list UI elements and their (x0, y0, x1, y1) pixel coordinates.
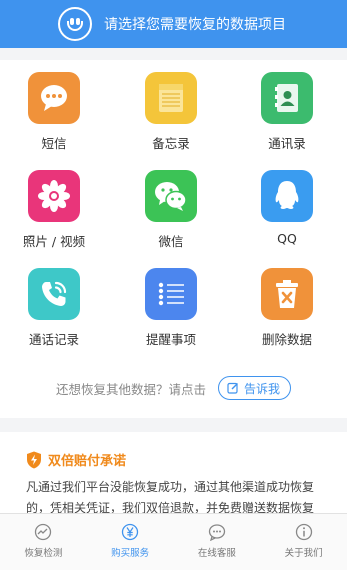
tell-me-button[interactable]: 告诉我 (218, 376, 292, 400)
chat-icon (208, 524, 226, 541)
promise-title: 双倍赔付承诺 (48, 454, 127, 469)
notes-icon (145, 72, 197, 124)
item-notes[interactable]: 备忘录 (116, 72, 226, 152)
item-label: 照片 / 视频 (22, 234, 86, 249)
tab-about-us[interactable]: 关于我们 (260, 514, 347, 570)
yen-icon (121, 523, 139, 541)
item-wechat[interactable]: 微信 (116, 170, 226, 250)
bottom-tab-bar: 恢复检测 购买服务 在线客服 关于我们 (0, 513, 347, 570)
item-label: 删除数据 (261, 332, 312, 347)
item-reminders[interactable]: 提醒事项 (116, 268, 226, 348)
tab-label: 关于我们 (284, 548, 323, 559)
qq-icon (261, 170, 313, 222)
edit-icon (227, 382, 238, 394)
item-label: 备忘录 (152, 136, 190, 151)
sms-icon (28, 72, 80, 124)
info-icon (295, 523, 312, 541)
item-label: 通讯录 (268, 136, 306, 151)
wechat-icon (145, 170, 197, 222)
tab-label: 在线客服 (197, 548, 236, 559)
recovery-grid: 短信 备忘录 通讯录 照片 / 视频 微信 QQ 通话记录 提醒事项 删除数据 … (0, 60, 347, 418)
tab-recovery-detect[interactable]: 恢复检测 (0, 514, 87, 570)
tab-online-service[interactable]: 在线客服 (174, 514, 261, 570)
item-label: 短信 (41, 136, 67, 151)
trash-icon (261, 268, 313, 320)
tell-me-label: 告诉我 (244, 381, 281, 396)
header-bar: 请选择您需要恢复的数据项目 (0, 0, 347, 48)
item-contacts[interactable]: 通讯录 (232, 72, 342, 152)
photos-icon (28, 170, 80, 222)
item-label: 提醒事项 (145, 332, 196, 347)
tab-buy-service[interactable]: 购买服务 (87, 514, 174, 570)
feedback-row: 还想恢复其他数据？请点击 告诉我 (0, 376, 347, 400)
double-refund-card: 双倍赔付承诺 凡通过我们平台没能恢复成功，通过其他渠道成功恢复的，凭相关凭证，我… (0, 432, 347, 520)
contacts-icon (261, 72, 313, 124)
item-sms[interactable]: 短信 (0, 72, 109, 152)
detect-icon (35, 523, 52, 541)
item-label: QQ (277, 231, 297, 246)
smiley-icon (58, 7, 92, 41)
item-call-log[interactable]: 通话记录 (0, 268, 109, 348)
item-label: 通话记录 (28, 332, 79, 347)
tab-label: 恢复检测 (24, 548, 63, 559)
item-photos[interactable]: 照片 / 视频 (0, 170, 109, 250)
item-qq[interactable]: QQ (232, 170, 342, 246)
tab-label: 购买服务 (111, 548, 150, 559)
feedback-prompt: 还想恢复其他数据？请点击 (55, 381, 206, 397)
reminders-icon (145, 268, 197, 320)
shield-bolt-icon (27, 451, 41, 468)
header-title: 请选择您需要恢复的数据项目 (104, 17, 286, 33)
item-deleted-data[interactable]: 删除数据 (232, 268, 342, 348)
call-log-icon (28, 268, 80, 320)
item-label: 微信 (158, 234, 184, 249)
